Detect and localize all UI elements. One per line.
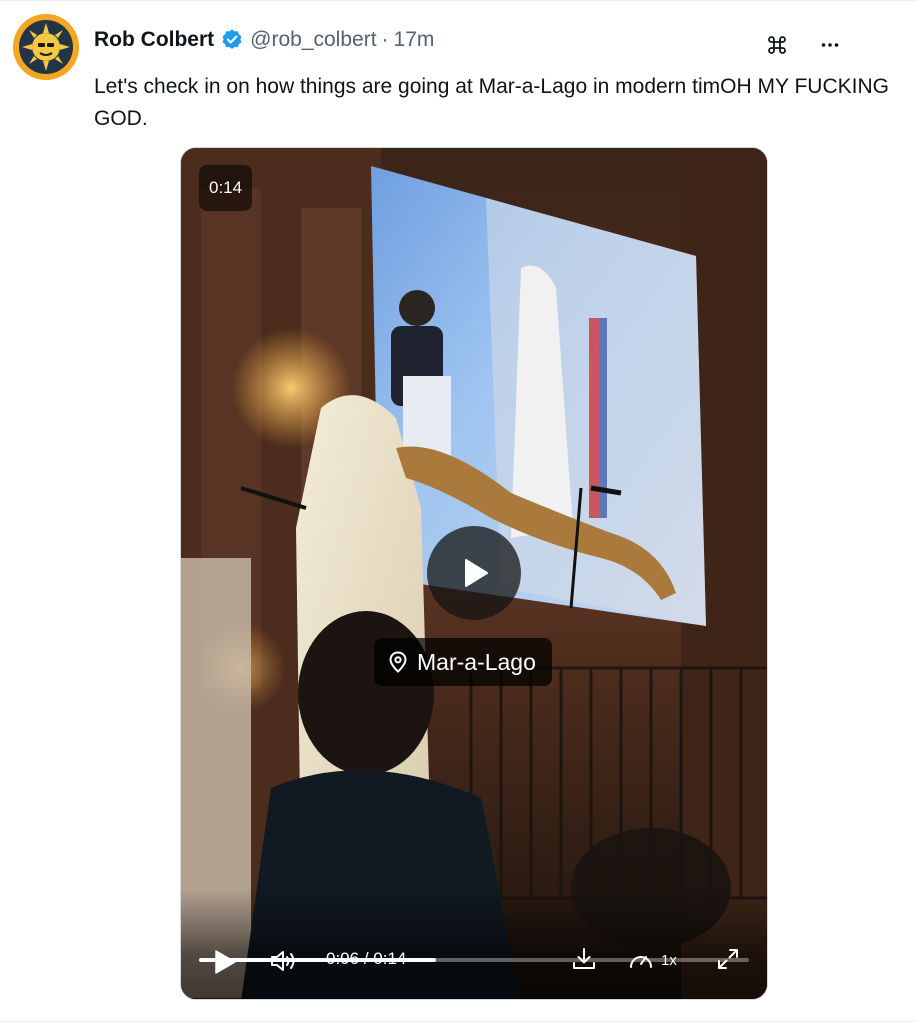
post-timestamp[interactable]: 17m [394,28,435,52]
command-icon [768,36,786,54]
post-header: Rob Colbert @rob_colbert · 17m [94,26,434,54]
grok-button[interactable] [762,30,792,60]
download-icon [573,948,595,969]
time-separator: / [359,949,374,968]
fullscreen-icon [718,949,738,969]
more-options-button[interactable] [815,30,845,60]
post: Rob Colbert @rob_colbert · 17m Let's che… [0,0,917,1024]
time-readout: 0:06 / 0:14 [326,949,406,969]
total-time: 0:14 [373,949,407,968]
duration-badge: 0:14 [199,165,253,211]
author-handle[interactable]: @rob_colbert [250,28,376,52]
fullscreen-button[interactable] [712,943,744,975]
play-icon [215,950,236,974]
location-label: Mar-a-Lago [417,648,536,675]
play-button[interactable] [209,946,241,978]
current-time: 0:06 [326,949,360,968]
sun-face-avatar-icon [13,14,79,80]
center-play-button[interactable] [427,526,521,620]
speed-label: 1x [661,951,677,969]
volume-button[interactable] [267,944,301,978]
playback-speed-button[interactable]: 1x [627,944,687,976]
play-icon [465,559,488,587]
avatar[interactable] [13,14,79,80]
volume-icon [271,951,295,971]
verified-badge-icon [220,28,244,52]
post-text: Let's check in on how things are going a… [94,75,889,130]
separator-dot: · [381,28,389,51]
divider [0,1021,917,1022]
location-tag[interactable]: Mar-a-Lago [374,638,552,686]
location-pin-icon [388,651,408,673]
speedometer-icon [630,956,652,968]
video-player[interactable]: 0:14 Mar-a-Lago 0:06 / 0:14 1x [180,147,768,1000]
download-button[interactable] [568,943,600,975]
more-dots-icon [821,43,839,47]
author-name[interactable]: Rob Colbert [94,28,214,52]
divider [0,0,917,1]
